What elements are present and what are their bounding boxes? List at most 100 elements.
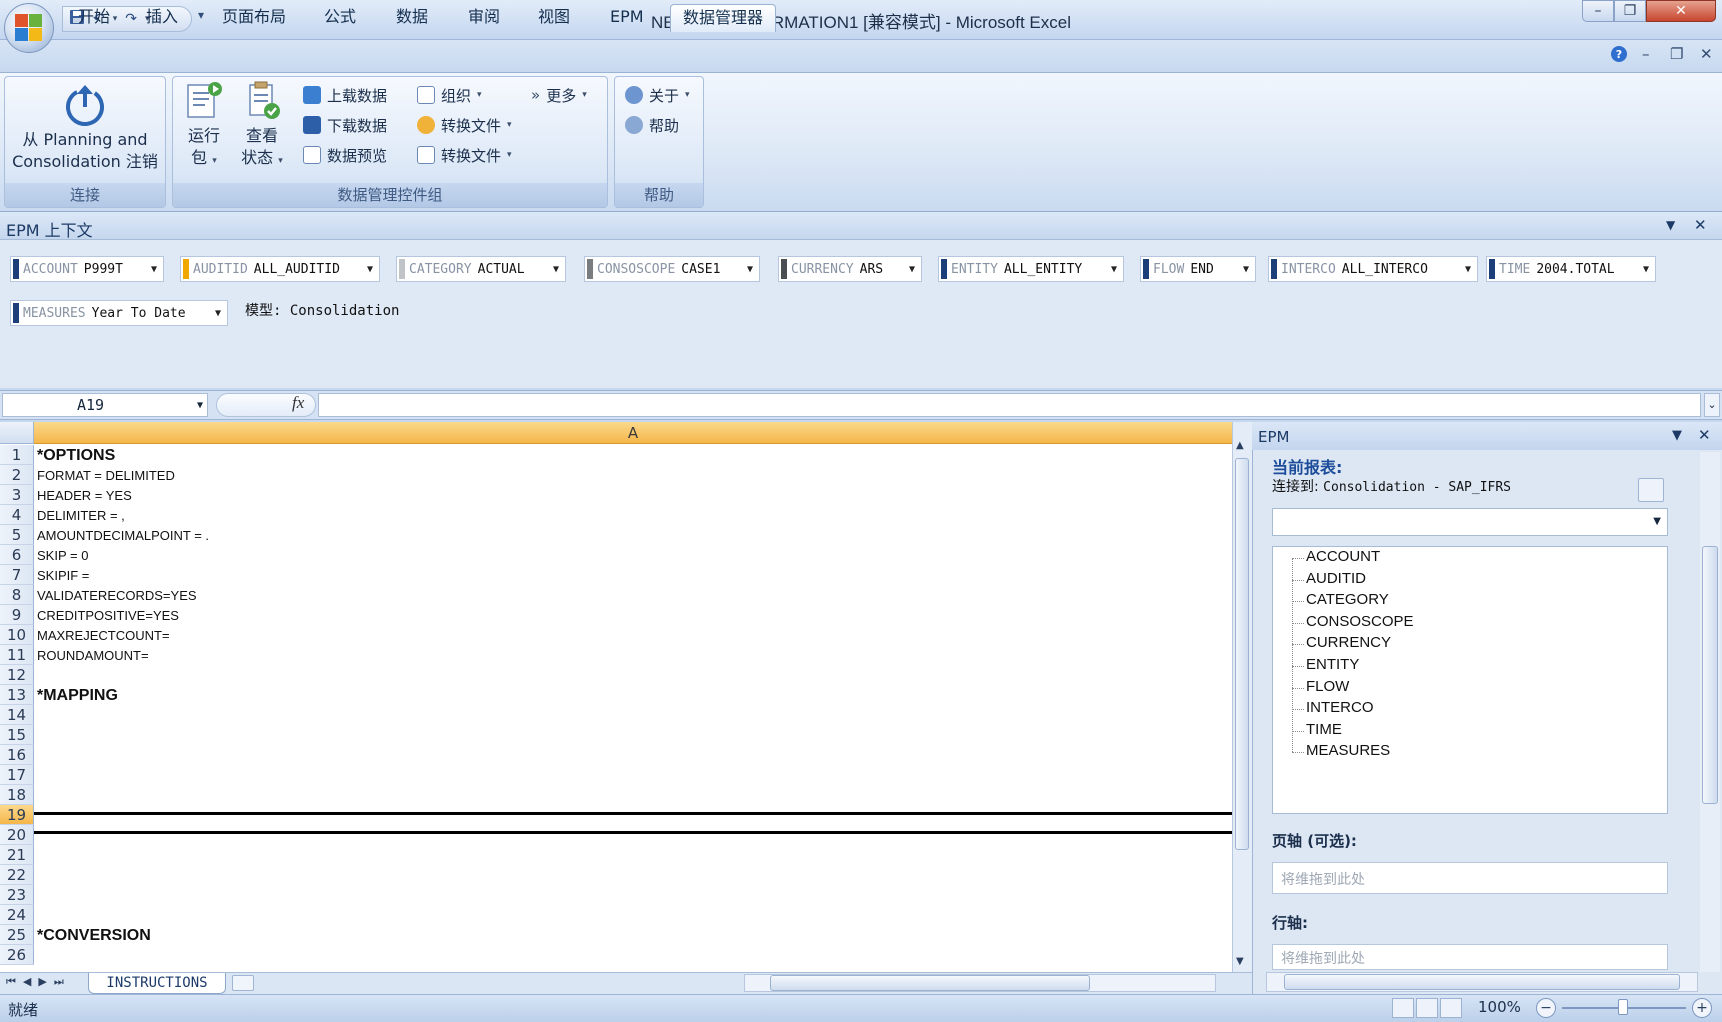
data-preview-button[interactable]: 数据预览: [303, 143, 387, 167]
cell-a10[interactable]: MAXREJECTCOUNT=: [37, 626, 170, 646]
select-all-corner[interactable]: [0, 422, 34, 444]
epm-pane-horizontal-scroll-thumb[interactable]: [1284, 974, 1680, 990]
sheet-tab-instructions[interactable]: INSTRUCTIONS: [88, 973, 226, 994]
dimension-select-entity[interactable]: ENTITY ALL_ENTITY ▼: [938, 256, 1124, 282]
help-button[interactable]: 帮助: [625, 113, 679, 137]
row-header[interactable]: 15: [0, 725, 34, 745]
zoom-in-button[interactable]: +: [1692, 998, 1712, 1018]
insert-function-button[interactable]: fx: [292, 393, 304, 413]
cell-a2[interactable]: FORMAT = DELIMITED: [37, 466, 175, 486]
row-header[interactable]: 18: [0, 785, 34, 805]
expand-formula-bar-icon[interactable]: ⌄: [1704, 393, 1720, 417]
scroll-down-icon[interactable]: ▼: [1236, 956, 1244, 967]
minimize-button[interactable]: –: [1582, 0, 1614, 22]
upload-data-button[interactable]: 上载数据: [303, 83, 387, 107]
cell-a13[interactable]: *MAPPING: [37, 686, 118, 706]
restore-button[interactable]: ❐: [1614, 0, 1646, 22]
dimension-select-auditid[interactable]: AUDITID ALL_AUDITID ▼: [180, 256, 380, 282]
grid-horizontal-scroll-thumb[interactable]: [770, 975, 1090, 991]
dimension-dropdown-icon[interactable]: ▼: [145, 264, 163, 275]
dimension-select-time[interactable]: TIME 2004.TOTAL ▼: [1486, 256, 1656, 282]
dimension-dropdown-icon[interactable]: ▼: [209, 308, 227, 319]
row-header[interactable]: 22: [0, 865, 34, 885]
row-header[interactable]: 23: [0, 885, 34, 905]
epm-pane-close-icon[interactable]: ✕: [1698, 426, 1711, 444]
row-header[interactable]: 12: [0, 665, 34, 685]
zoom-slider-thumb[interactable]: [1618, 999, 1628, 1015]
page-layout-view-button[interactable]: [1416, 998, 1438, 1018]
row-header[interactable]: 19: [0, 805, 34, 825]
dimension-dropdown-icon[interactable]: ▼: [1105, 264, 1123, 275]
tab-epm[interactable]: EPM: [598, 4, 656, 32]
cell-a7[interactable]: SKIPIF =: [37, 566, 89, 586]
selected-cell-a19[interactable]: [34, 812, 1232, 834]
dimension-dropdown-icon[interactable]: ▼: [903, 264, 921, 275]
dimension-select-account[interactable]: ACCOUNT P999T ▼: [10, 256, 164, 282]
row-header[interactable]: 10: [0, 625, 34, 645]
dimension-dropdown-icon[interactable]: ▼: [547, 264, 565, 275]
cell-a5[interactable]: AMOUNTDECIMALPOINT = .: [37, 526, 209, 546]
row-header[interactable]: 26: [0, 945, 34, 965]
row-header[interactable]: 9: [0, 605, 34, 625]
zoom-out-button[interactable]: −: [1536, 998, 1556, 1018]
organize-button[interactable]: 组织 ▾: [417, 83, 482, 107]
tab-page-layout[interactable]: 页面布局: [210, 4, 298, 32]
report-settings-icon[interactable]: [1638, 478, 1664, 502]
view-status-button[interactable]: 查看 状态 ▾: [235, 79, 289, 172]
row-header[interactable]: 3: [0, 485, 34, 505]
row-header[interactable]: 5: [0, 525, 34, 545]
row-header[interactable]: 2: [0, 465, 34, 485]
office-button[interactable]: [4, 3, 54, 53]
worksheet-grid[interactable]: [0, 422, 1232, 972]
tab-data[interactable]: 数据: [384, 4, 440, 32]
tab-data-manager[interactable]: 数据管理器: [670, 4, 777, 32]
scroll-up-icon[interactable]: ▲: [1236, 440, 1244, 451]
tab-review[interactable]: 审阅: [456, 4, 512, 32]
row-header[interactable]: 17: [0, 765, 34, 785]
epm-context-close-icon[interactable]: ✕: [1694, 216, 1707, 234]
tree-item-account[interactable]: ACCOUNT: [1306, 548, 1380, 565]
row-header[interactable]: 21: [0, 845, 34, 865]
dimension-select-interco[interactable]: INTERCO ALL_INTERCO ▼: [1268, 256, 1478, 282]
column-header-a[interactable]: A: [34, 422, 1232, 444]
run-package-button[interactable]: 运行 包 ▾: [181, 79, 227, 172]
workbook-restore-icon[interactable]: ❐: [1670, 45, 1683, 63]
dimension-select-measures[interactable]: MEASURES Year To Date ▼: [10, 300, 228, 326]
row-header[interactable]: 24: [0, 905, 34, 925]
cell-a8[interactable]: VALIDATERECORDS=YES: [37, 586, 197, 606]
grid-vertical-scroll-thumb[interactable]: [1235, 458, 1249, 850]
epm-context-menu-icon[interactable]: ▼: [1666, 218, 1675, 232]
dimension-select-consoscope[interactable]: CONSOSCOPE CASE1 ▼: [584, 256, 760, 282]
row-header[interactable]: 7: [0, 565, 34, 585]
tab-formulas[interactable]: 公式: [312, 4, 368, 32]
download-data-button[interactable]: 下载数据: [303, 113, 387, 137]
zoom-level[interactable]: 100%: [1478, 998, 1521, 1016]
dimension-select-category[interactable]: CATEGORY ACTUAL ▼: [396, 256, 566, 282]
help-icon[interactable]: ?: [1610, 45, 1628, 67]
tree-item-time[interactable]: TIME: [1306, 721, 1342, 738]
row-header[interactable]: 25: [0, 925, 34, 945]
sheet-navigation-icons[interactable]: ⏮◀▶⏭: [6, 975, 71, 989]
epm-pane-menu-icon[interactable]: ▼: [1672, 428, 1682, 443]
cell-a9[interactable]: CREDITPOSITIVE=YES: [37, 606, 179, 626]
dimension-dropdown-icon[interactable]: ▼: [1637, 264, 1655, 275]
tree-item-auditid[interactable]: AUDITID: [1306, 570, 1366, 587]
dimension-dropdown-icon[interactable]: ▼: [361, 264, 379, 275]
cell-a1[interactable]: *OPTIONS: [37, 446, 115, 466]
row-header[interactable]: 4: [0, 505, 34, 525]
report-select[interactable]: ▼: [1272, 508, 1668, 536]
close-button[interactable]: ✕: [1646, 0, 1716, 22]
cell-a25[interactable]: *CONVERSION: [37, 926, 151, 946]
tree-item-consoscope[interactable]: CONSOSCOPE: [1306, 613, 1414, 630]
name-box-dropdown-icon[interactable]: ▼: [197, 400, 203, 411]
cell-a4[interactable]: DELIMITER = ,: [37, 506, 125, 526]
about-button[interactable]: 关于 ▾: [625, 83, 690, 107]
formula-input[interactable]: [318, 393, 1701, 417]
dimension-dropdown-icon[interactable]: ▼: [741, 264, 759, 275]
tree-item-currency[interactable]: CURRENCY: [1306, 634, 1391, 651]
page-break-view-button[interactable]: [1440, 998, 1462, 1018]
dimension-dropdown-icon[interactable]: ▼: [1459, 264, 1477, 275]
cell-a6[interactable]: SKIP = 0: [37, 546, 88, 566]
name-box[interactable]: A19 ▼: [2, 393, 208, 417]
row-header[interactable]: 8: [0, 585, 34, 605]
